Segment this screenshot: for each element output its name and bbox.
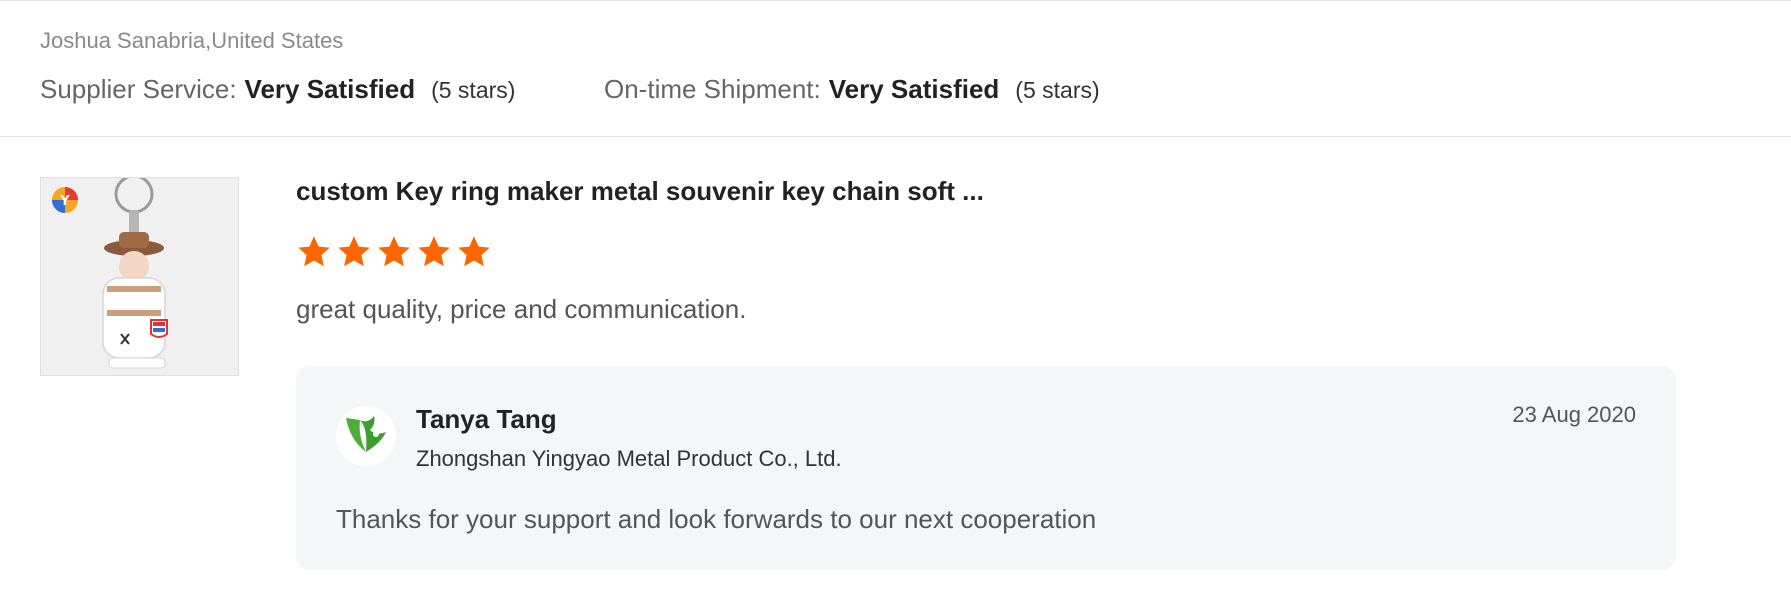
review-star-rating xyxy=(296,234,492,272)
keychain-product-image: Y xyxy=(41,178,238,375)
section-divider xyxy=(0,136,1791,137)
product-thumbnail[interactable]: Y xyxy=(40,177,239,376)
supplier-service-rating: Supplier Service: Very Satisfied (5 stars) xyxy=(40,74,515,105)
product-title-link[interactable]: custom Key ring maker metal souvenir key… xyxy=(296,176,1196,207)
star-icon xyxy=(376,234,412,272)
supplier-avatar xyxy=(336,406,396,466)
rating-value: Very Satisfied xyxy=(244,74,416,104)
on-time-shipment-rating: On-time Shipment: Very Satisfied (5 stars) xyxy=(604,74,1100,105)
reply-text: Thanks for your support and look forward… xyxy=(336,504,1097,534)
star-icon xyxy=(456,234,492,272)
review-text: great quality, price and communication. xyxy=(296,294,747,324)
star-icon xyxy=(296,234,332,272)
rating-value: Very Satisfied xyxy=(828,74,1000,104)
rating-label: On-time Shipment: xyxy=(604,74,821,104)
reviewer-summary: Joshua Sanabria,United States Supplier S… xyxy=(40,0,1760,136)
supplier-contact-name: Tanya Tang xyxy=(416,404,557,434)
reviewer-name-location: Joshua Sanabria,United States xyxy=(40,28,344,53)
rating-label: Supplier Service: xyxy=(40,74,237,104)
star-icon xyxy=(336,234,372,272)
rating-stars-text: (5 stars) xyxy=(1015,77,1100,103)
star-icon xyxy=(416,234,452,272)
svg-text:Y: Y xyxy=(59,194,70,209)
supplier-company-name: Zhongshan Yingyao Metal Product Co., Ltd… xyxy=(416,446,842,471)
supplier-reply: Tanya Tang Zhongshan Yingyao Metal Produ… xyxy=(296,366,1676,570)
rating-stars-text: (5 stars) xyxy=(431,77,516,103)
reply-date: 23 Aug 2020 xyxy=(1512,402,1636,427)
deer-logo-icon xyxy=(336,406,396,466)
